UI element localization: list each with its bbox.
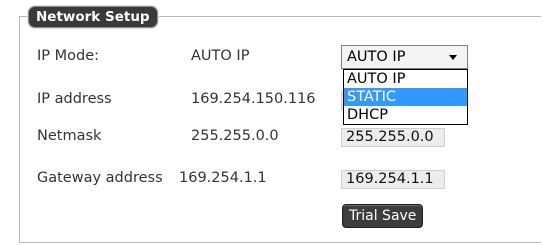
netmask-current-value: 255.255.0.0 <box>191 128 279 144</box>
netmask-label: Netmask <box>37 128 102 144</box>
trial-save-button[interactable]: Trial Save <box>342 204 424 228</box>
gateway-field[interactable]: 169.254.1.1 <box>341 170 445 189</box>
netmask-field-text: 255.255.0.0 <box>346 129 434 145</box>
panel-title: Network Setup <box>28 6 158 28</box>
ip-address-current-value: 169.254.150.116 <box>191 91 316 107</box>
ip-mode-dropdown-list: AUTO IP STATIC DHCP <box>343 69 468 125</box>
dropdown-option-dhcp[interactable]: DHCP <box>344 106 467 124</box>
gateway-current-value: 169.254.1.1 <box>179 170 267 186</box>
ip-mode-label: IP Mode: <box>37 48 100 64</box>
gateway-label: Gateway address <box>37 170 163 186</box>
ip-mode-current-value: AUTO IP <box>191 48 250 64</box>
ip-address-label: IP address <box>37 91 112 107</box>
gateway-field-text: 169.254.1.1 <box>346 171 434 187</box>
dropdown-option-static[interactable]: STATIC <box>344 88 467 106</box>
dropdown-option-auto-ip[interactable]: AUTO IP <box>344 70 467 88</box>
ip-mode-select[interactable]: AUTO IP <box>341 45 468 69</box>
netmask-field[interactable]: 255.255.0.0 <box>341 128 445 147</box>
ip-mode-select-value: AUTO IP <box>347 49 406 65</box>
dropdown-arrow-icon[interactable] <box>449 55 457 60</box>
